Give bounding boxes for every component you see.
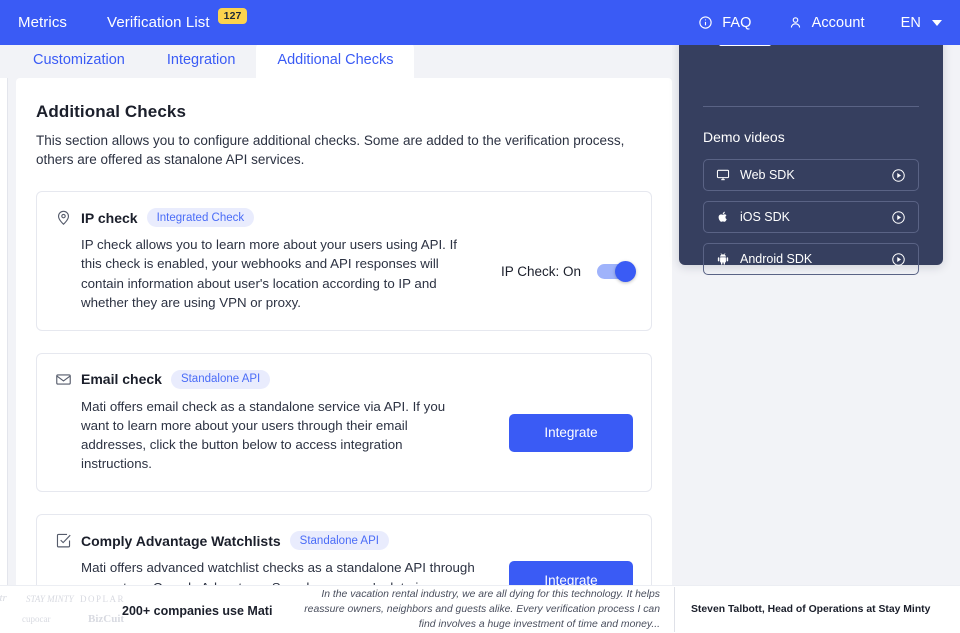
partner-logo-ntr: ntr (0, 591, 7, 604)
play-circle-icon[interactable] (891, 168, 906, 183)
top-navigation-bar: Metrics Verification List 127 FAQ Accoun… (0, 0, 960, 45)
check-card-comply-advantage-title: Comply Advantage Watchlists (81, 532, 281, 549)
check-card-ip: IP check Integrated Check IP check allow… (36, 191, 652, 331)
check-card-email-content: Email check Standalone API Mati offers e… (55, 369, 495, 474)
check-card-ip-title: IP check (81, 209, 138, 226)
monitor-icon (716, 168, 730, 182)
nav-item-account-label: Account (811, 14, 865, 31)
info-circle-icon (698, 15, 713, 30)
nav-item-faq[interactable]: FAQ (698, 15, 751, 31)
partner-logos: ntr STAY MINTY DOPLAR cupocar BizCuit 20… (0, 586, 300, 633)
testimonial-quote: In the vacation rental industry, we are … (300, 586, 675, 633)
check-card-ip-content: IP check Integrated Check IP check allow… (55, 208, 487, 312)
verification-count-badge: 127 (217, 7, 248, 24)
ip-check-toggle-label: IP Check: On (500, 263, 581, 279)
nav-item-metrics[interactable]: Metrics (18, 14, 67, 31)
check-card-email: Email check Standalone API Mati offers e… (36, 352, 652, 493)
demo-video-web-sdk-label: Web SDK (740, 168, 795, 182)
page-title: Additional Checks (36, 102, 187, 121)
check-card-ip-header: IP check Integrated Check (55, 208, 487, 228)
partner-logo-cupocar: cupocar (22, 613, 51, 624)
play-circle-icon[interactable] (891, 252, 906, 267)
footer-bar: ntr STAY MINTY DOPLAR cupocar BizCuit 20… (0, 585, 960, 633)
check-card-email-header: Email check Standalone API (55, 369, 495, 389)
android-icon (716, 252, 730, 266)
page-description: This section allows you to configure add… (36, 133, 625, 168)
nav-item-verification-list-label: Verification List (107, 14, 210, 31)
demo-video-android-sdk[interactable]: Android SDK (703, 243, 919, 275)
ip-check-toggle[interactable] (597, 260, 636, 282)
check-card-ip-description: IP check allows you to learn more about … (81, 237, 457, 310)
demo-videos-panel: Demo videos Web SDK iOS SDK Android SDK (679, 34, 943, 275)
chevron-down-icon (932, 19, 942, 26)
ip-check-toggle-group: IP Check: On (500, 260, 636, 282)
nav-item-verification-list[interactable]: Verification List 127 (107, 7, 248, 31)
check-card-comply-advantage-control: Integrate (495, 531, 633, 593)
language-selector[interactable]: EN (901, 15, 942, 31)
nav-item-metrics-label: Metrics (18, 14, 68, 31)
check-card-ip-badge: Integrated Check (146, 208, 255, 228)
check-card-comply-advantage-header: Comply Advantage Watchlists Standalone A… (55, 531, 495, 551)
envelope-icon (55, 371, 72, 388)
play-circle-icon[interactable] (891, 210, 906, 225)
top-nav-right-group: FAQ Account EN (698, 15, 960, 31)
top-nav-left-group: Metrics Verification List 127 (0, 7, 248, 31)
partner-logo-doplar: DOPLAR (80, 593, 126, 604)
check-card-email-control: Integrate (495, 370, 633, 474)
email-integrate-button[interactable]: Integrate (509, 413, 633, 452)
demo-video-web-sdk[interactable]: Web SDK (703, 159, 919, 191)
check-card-comply-advantage: Comply Advantage Watchlists Standalone A… (36, 514, 652, 593)
check-card-comply-advantage-badge: Standalone API (289, 531, 389, 551)
check-card-email-description: Mati offers email check as a standalone … (81, 398, 446, 472)
check-card-ip-control: IP Check: On (487, 208, 636, 312)
demo-video-android-sdk-label: Android SDK (740, 252, 813, 266)
location-pin-icon (55, 209, 72, 226)
check-card-email-title: Email check (81, 371, 162, 388)
language-selector-label: EN (900, 14, 921, 31)
left-rail (0, 45, 8, 585)
demo-video-ios-sdk-label: iOS SDK (740, 210, 791, 224)
demo-videos-title: Demo videos (703, 129, 785, 145)
nav-item-account[interactable]: Account (788, 15, 865, 31)
companies-count-text: 200+ companies use Mati (122, 603, 273, 618)
nav-item-faq-label: FAQ (722, 14, 752, 31)
check-card-email-badge: Standalone API (170, 369, 271, 389)
demo-videos-list: Web SDK iOS SDK Android SDK (703, 159, 919, 285)
tab-integration[interactable]: Integration (146, 43, 257, 78)
tab-additional-checks[interactable]: Additional Checks (256, 43, 415, 78)
checkbox-checked-icon (55, 532, 72, 549)
panel-divider (703, 106, 919, 107)
toggle-knob (615, 260, 636, 282)
partner-logo-stay-minty: STAY MINTY (26, 593, 74, 604)
apple-icon (716, 210, 730, 224)
main-content-panel: Additional Checks This section allows yo… (16, 78, 672, 593)
app-root: Customization Integration Additional Che… (0, 0, 960, 633)
testimonial-attribution: Steven Talbott, Head of Operations at St… (691, 604, 931, 615)
partner-logo-bizcuit: BizCuit (88, 612, 125, 625)
person-icon (788, 15, 803, 30)
demo-video-ios-sdk[interactable]: iOS SDK (703, 201, 919, 233)
tab-customization[interactable]: Customization (12, 43, 146, 78)
check-card-comply-advantage-content: Comply Advantage Watchlists Standalone A… (55, 531, 495, 593)
tab-bar: Customization Integration Additional Che… (0, 40, 672, 78)
